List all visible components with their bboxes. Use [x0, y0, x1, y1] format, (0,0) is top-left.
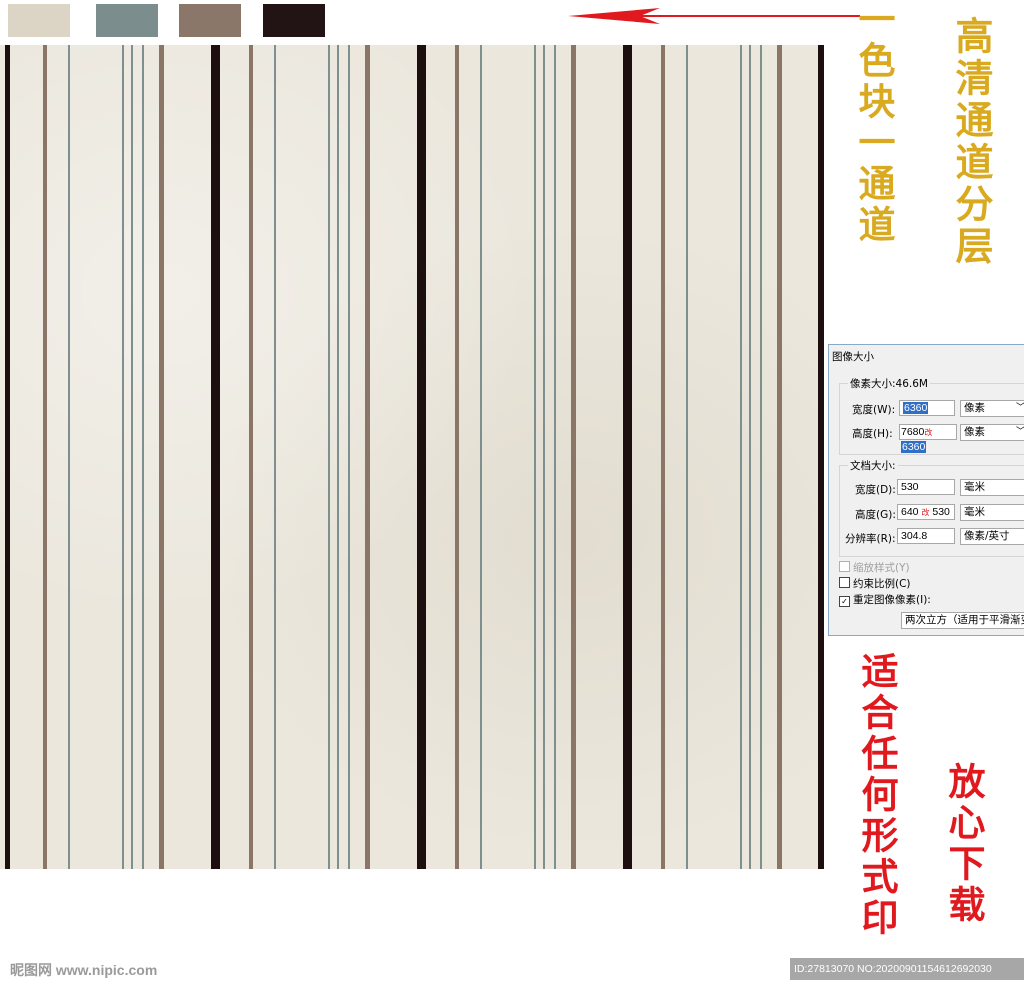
doc-height-value: 530 — [932, 506, 950, 518]
stripe-grey — [68, 45, 70, 869]
checkmark-icon: ✓ — [839, 596, 850, 607]
watermark-id: ID:27813070 NO:20200901154612692030 — [790, 958, 1024, 980]
checkbox-icon — [839, 577, 850, 588]
stripe-grey — [348, 45, 350, 869]
doc-height-unit-value: 毫米 — [964, 506, 985, 518]
stripe-taupe — [365, 45, 370, 869]
stripe-taupe — [661, 45, 665, 869]
doc-width-value: 530 — [901, 481, 919, 493]
stripe-grey — [131, 45, 133, 869]
resample-checkbox[interactable]: ✓ 重定图像像素(I): — [839, 592, 931, 607]
doc-height-unit-select[interactable]: 毫米 — [960, 504, 1024, 521]
doc-height-label: 高度(G): — [855, 509, 896, 521]
doc-width-label: 宽度(D): — [855, 484, 896, 496]
width-unit-value: 像素 — [964, 402, 985, 414]
height-unit-select[interactable]: 像素 ﹀ — [960, 424, 1024, 441]
resolution-label: 分辨率(R): — [845, 533, 896, 545]
caption-download: 放心下载 — [942, 762, 986, 926]
stripe-taupe — [43, 45, 47, 869]
resolution-value: 304.8 — [901, 530, 928, 542]
chevron-down-icon: ﹀ — [1016, 401, 1024, 416]
stripe-pattern — [0, 45, 824, 869]
stripe-grey — [328, 45, 330, 869]
stripe-grey — [760, 45, 762, 869]
scale-styles-label: 缩放样式(Y) — [853, 562, 910, 574]
stripe-taupe — [455, 45, 459, 869]
stripe-grey — [274, 45, 276, 869]
stripe-dark — [623, 45, 632, 869]
doc-width-unit-select[interactable]: 毫米 — [960, 479, 1024, 496]
width-unit-select[interactable]: 像素 ﹀ — [960, 400, 1024, 417]
swatch-taupe — [179, 4, 241, 37]
width-value: 6360 — [903, 402, 929, 414]
width-input[interactable]: 6360 — [899, 400, 955, 416]
image-size-dialog: 图像大小 像素大小:46.6M 宽度(W): 6360 像素 ﹀ 高度(H): … — [828, 344, 1024, 636]
constrain-proportions-checkbox[interactable]: 约束比例(C) — [839, 576, 911, 591]
pixel-size-group: 像素大小:46.6M — [839, 376, 1024, 455]
resample-method-select[interactable]: 两次立方（适用于平滑渐变 — [901, 612, 1024, 629]
arrow-left-icon — [568, 8, 860, 24]
height-edit-mark: 改 — [924, 428, 933, 437]
doc-height-edit-mark: 改 — [921, 508, 930, 517]
resolution-unit-select[interactable]: 像素/英寸 — [960, 528, 1024, 545]
resample-method-value: 两次立方（适用于平滑渐变 — [905, 614, 1024, 626]
stripe-taupe — [571, 45, 576, 869]
height-old-value: 7680 — [901, 426, 925, 438]
stripe-grey — [122, 45, 124, 869]
stripe-dark — [211, 45, 220, 869]
stripe-taupe — [777, 45, 782, 869]
stripe-grey — [554, 45, 556, 869]
height-label: 高度(H): — [852, 428, 893, 440]
stripe-dark — [417, 45, 426, 869]
stripe-grey — [142, 45, 144, 869]
stripe-grey — [480, 45, 482, 869]
height-unit-value: 像素 — [964, 426, 985, 438]
stripe-grey — [534, 45, 536, 869]
swatch-grey-blue — [96, 4, 158, 37]
doc-width-unit-value: 毫米 — [964, 481, 985, 493]
swatch-beige — [8, 4, 70, 37]
stripe-grey — [686, 45, 688, 869]
stripe-dark — [818, 45, 824, 869]
height-input[interactable]: 7680改 6360 — [899, 424, 957, 453]
stripe-grey — [543, 45, 545, 869]
resolution-input[interactable]: 304.8 — [897, 528, 955, 544]
chevron-down-icon: ﹀ — [1016, 425, 1024, 440]
stripe-grey — [740, 45, 742, 869]
resolution-unit-value: 像素/英寸 — [964, 530, 1010, 542]
stripe-grey — [337, 45, 339, 869]
caption-channel: 一色块一通道 — [852, 0, 896, 246]
doc-width-input[interactable]: 530 — [897, 479, 955, 495]
doc-height-old-value: 640 — [901, 506, 919, 518]
stripe-taupe — [249, 45, 253, 869]
dialog-title: 图像大小 — [832, 351, 874, 363]
doc-height-input[interactable]: 640 改 530 — [897, 504, 955, 520]
height-value: 6360 — [901, 441, 927, 453]
constrain-label: 约束比例(C) — [853, 578, 911, 590]
pixel-size-label: 像素大小:46.6M — [848, 376, 930, 391]
caption-print: 适合任何形式印 — [855, 652, 899, 939]
stripe-grey — [749, 45, 751, 869]
resample-label: 重定图像像素(I): — [853, 594, 931, 606]
swatch-dark-brown — [263, 4, 325, 37]
document-size-label: 文档大小: — [848, 458, 898, 473]
stripe-dark — [5, 45, 10, 869]
width-label: 宽度(W): — [852, 404, 896, 416]
checkbox-icon — [839, 561, 850, 572]
watermark-logo: 昵图网 www.nipic.com — [10, 962, 158, 978]
caption-layers: 高清通道分层 — [949, 16, 994, 268]
scale-styles-checkbox[interactable]: 缩放样式(Y) — [839, 560, 910, 575]
stripe-taupe — [159, 45, 164, 869]
